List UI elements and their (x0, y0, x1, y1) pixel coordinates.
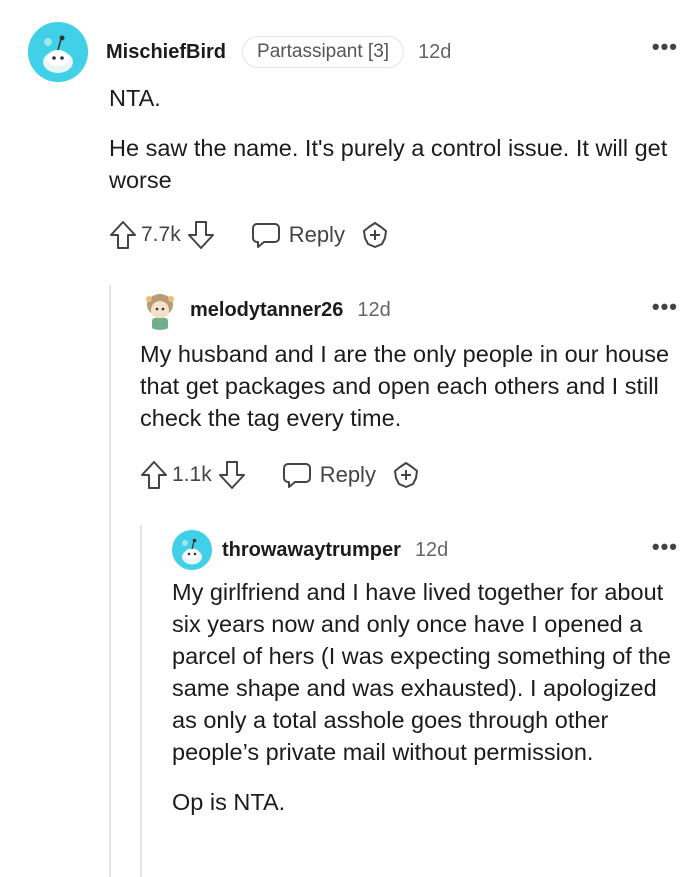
thread-line[interactable] (109, 285, 111, 877)
vote-count: 1.1k (172, 463, 212, 486)
more-options-icon[interactable]: ••• (652, 534, 678, 560)
username[interactable]: melodytanner26 (190, 299, 343, 322)
custom-avatar-icon (140, 290, 180, 330)
username[interactable]: MischiefBird (106, 41, 226, 64)
timestamp[interactable]: 12d (418, 41, 451, 64)
comment-header: MischiefBird Partassipant [3] 12d (28, 22, 451, 82)
snoo-avatar-icon (172, 530, 212, 570)
award-button[interactable] (392, 461, 420, 489)
comment-paragraph: NTA. (109, 85, 161, 111)
comment-body: NTA. He saw the name. It's purely a cont… (109, 82, 679, 196)
comment-header: melodytanner26 12d (140, 290, 391, 330)
comment-paragraph: My girlfriend and I have lived together … (172, 579, 671, 765)
reply-label: Reply (319, 462, 376, 487)
downvote-arrow-icon[interactable] (218, 460, 246, 490)
comment-actions: 1.1k Reply (140, 460, 420, 490)
snoo-avatar-icon (28, 22, 88, 82)
thread-line[interactable] (140, 525, 142, 877)
user-avatar[interactable] (140, 290, 180, 330)
comment-paragraph: Op is NTA. (172, 789, 286, 815)
reply-button[interactable]: Reply (251, 221, 345, 249)
reply-bubble-icon (251, 223, 280, 248)
comment-body: My husband and I are the only people in … (140, 338, 680, 434)
comment-header: throwawaytrumper 12d (172, 530, 448, 570)
comment-actions: 7.7k Reply (109, 220, 389, 250)
user-avatar[interactable] (28, 22, 88, 82)
more-options-icon[interactable]: ••• (652, 34, 678, 60)
award-plus-icon (393, 462, 418, 488)
more-options-icon[interactable]: ••• (652, 294, 678, 320)
reply-button[interactable]: Reply (282, 461, 376, 489)
comment-body: My girlfriend and I have lived together … (172, 576, 677, 818)
downvote-arrow-icon[interactable] (187, 220, 215, 250)
award-button[interactable] (361, 221, 389, 249)
comment-paragraph: He saw the name. It's purely a control i… (109, 135, 668, 193)
reply-bubble-icon (282, 463, 311, 488)
vote-count: 7.7k (141, 223, 181, 246)
timestamp[interactable]: 12d (357, 299, 390, 322)
upvote-arrow-icon[interactable] (109, 220, 137, 250)
award-plus-icon (362, 222, 387, 248)
upvote-arrow-icon[interactable] (140, 460, 168, 490)
user-flair: Partassipant [3] (242, 36, 405, 68)
reply-label: Reply (288, 222, 345, 247)
username[interactable]: throwawaytrumper (222, 539, 401, 562)
timestamp[interactable]: 12d (415, 539, 448, 562)
comment-paragraph: My husband and I are the only people in … (140, 341, 670, 431)
user-avatar[interactable] (172, 530, 212, 570)
